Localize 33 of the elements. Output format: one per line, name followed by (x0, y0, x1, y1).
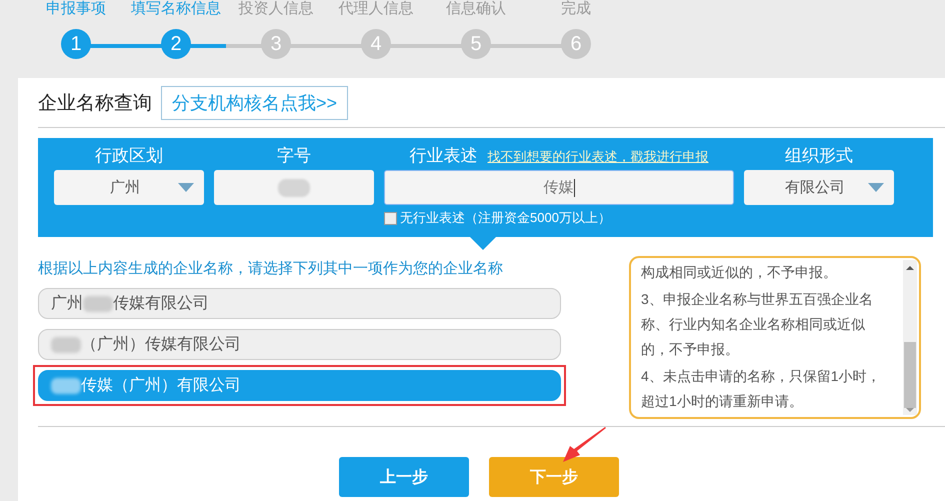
notice-text: 3、申报企业名称与世界五百强企业名称、行业内知名企业名称相同或近似的，不予申报。 (641, 290, 874, 359)
field-label: 行政区划 (95, 146, 163, 167)
instruction-text: 根据以上内容生成的企业名称，请选择下列其中一项作为您的企业名称 (38, 259, 504, 278)
step-label: 信息确认 (446, 0, 506, 19)
field-label: 行业表述 (410, 146, 478, 167)
step-number: 1 (61, 29, 91, 59)
redacted-block (278, 178, 310, 196)
field-label: 组织形式 (785, 146, 853, 167)
scrollbar[interactable] (903, 260, 917, 415)
step-label: 代理人信息 (338, 0, 414, 19)
report-industry-link[interactable]: 找不到想要的行业表述，戳我进行申报 (488, 148, 708, 166)
select-field[interactable]: 有限公司 (744, 170, 894, 205)
section-title: 企业名称查询 (38, 92, 152, 116)
name-option[interactable]: 传媒（广州）有限公司 (38, 370, 561, 401)
step-label: 填写名称信息 (131, 0, 221, 19)
step-label: 完成 (561, 0, 591, 19)
step-label: 申报事项 (46, 0, 106, 19)
step-label: 投资人信息 (238, 0, 314, 19)
step-number: 2 (161, 29, 191, 59)
name-option[interactable]: 广州 传媒有限公司 (38, 288, 561, 319)
dropdown-arrow-icon (178, 183, 194, 192)
notice-text: 构成相同或近似的，不予申报。 (641, 263, 838, 282)
select-field[interactable]: 广州 (54, 170, 204, 205)
previous-step-button[interactable]: 上一步 (339, 457, 469, 497)
checkbox[interactable] (384, 212, 397, 224)
branch-check-button[interactable]: 分支机构核名点我>> (161, 86, 348, 120)
notice-text: 4、未点击申请的名称，只保留1小时，超过1小时的请重新申请。 (641, 367, 882, 411)
input-field[interactable] (214, 170, 374, 205)
input-field[interactable]: 传媒 (384, 170, 734, 205)
name-option[interactable]: （广州）传媒有限公司 (38, 329, 561, 360)
dropdown-arrow-icon (868, 183, 884, 192)
checkbox-label: 无行业表述（注册资金5000万以上） (400, 209, 611, 227)
field-label: 字号 (277, 146, 311, 167)
